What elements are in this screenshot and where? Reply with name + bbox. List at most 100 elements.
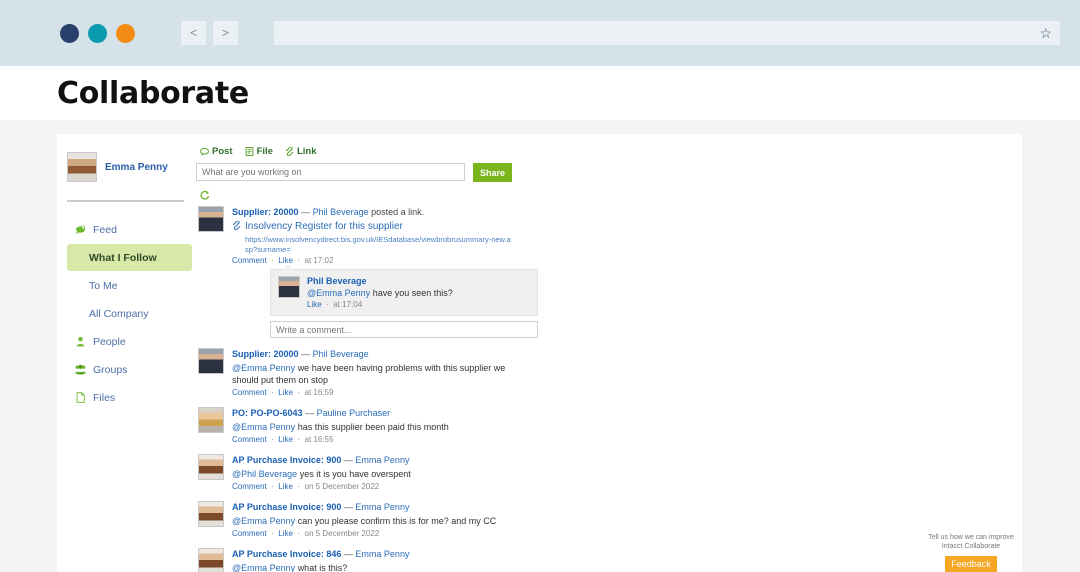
- mention[interactable]: @Emma Penny: [232, 363, 295, 373]
- sidebar-item-files[interactable]: Files: [67, 384, 192, 411]
- post-author[interactable]: Emma Penny: [355, 549, 409, 559]
- avatar: [198, 548, 224, 572]
- mention[interactable]: @Emma Penny: [307, 288, 370, 298]
- comment-action[interactable]: Comment: [232, 482, 267, 491]
- post-text: @Emma Penny has this supplier been paid …: [232, 421, 512, 433]
- sidebar-item-to-me[interactable]: To Me: [67, 272, 192, 299]
- comment-action[interactable]: Comment: [232, 435, 267, 444]
- post-subject[interactable]: AP Purchase Invoice: 900: [232, 502, 341, 512]
- post-body: AP Purchase Invoice: 900 — Emma Penny @P…: [232, 454, 512, 491]
- sidebar-nav: Feed What I Follow To Me All Company Peo…: [67, 216, 192, 412]
- post-text: @Emma Penny what is this?: [232, 562, 512, 572]
- post-subject[interactable]: Supplier: 20000: [232, 349, 299, 359]
- sidebar-item-what-i-follow[interactable]: What I Follow: [67, 244, 192, 271]
- post-dash: —: [343, 502, 353, 512]
- post-author[interactable]: Emma Penny: [355, 502, 409, 512]
- refresh-icon[interactable]: [200, 190, 210, 200]
- post-meta: Comment · Like · at 16:59: [232, 388, 334, 397]
- address-bar[interactable]: ☆: [274, 21, 1060, 45]
- mention[interactable]: @Phil Beverage: [232, 469, 297, 479]
- mention[interactable]: @Emma Penny: [232, 516, 295, 526]
- like-action[interactable]: Like: [278, 435, 293, 444]
- like-action[interactable]: Like: [278, 388, 293, 397]
- like-action[interactable]: Like: [278, 529, 293, 538]
- post-author[interactable]: Emma Penny: [355, 455, 409, 465]
- post-author[interactable]: Pauline Purchaser: [317, 408, 391, 418]
- sidebar-item-all-company[interactable]: All Company: [67, 300, 192, 327]
- post-text: @Phil Beverage yes it is you have oversp…: [232, 468, 512, 480]
- post-meta: Comment · Like · on 5 December 2022: [232, 482, 380, 491]
- tab-post[interactable]: Post: [200, 146, 233, 157]
- post-author[interactable]: Phil Beverage: [313, 349, 369, 359]
- page-title: Collaborate: [57, 75, 249, 111]
- sidebar-user[interactable]: Emma Penny: [67, 152, 192, 182]
- like-action[interactable]: Like: [278, 482, 293, 491]
- person-icon: [76, 336, 85, 347]
- tab-file[interactable]: File: [245, 146, 273, 157]
- post-body-text: yes it is you have overspent: [299, 469, 411, 479]
- post-header: AP Purchase Invoice: 846 — Emma Penny: [232, 548, 512, 560]
- sidebar-item-feed[interactable]: Feed: [67, 216, 192, 243]
- post-subject[interactable]: AP Purchase Invoice: 900: [232, 455, 341, 465]
- post-link-url[interactable]: https://www.insolvencydirect.bis.gov.uk/…: [232, 235, 512, 254]
- share-button[interactable]: Share: [473, 163, 512, 182]
- tab-label: File: [256, 146, 273, 157]
- post-header: Supplier: 20000 — Phil Beverage posted a…: [232, 206, 512, 218]
- forward-button[interactable]: >: [213, 21, 238, 45]
- avatar: [198, 348, 224, 374]
- like-action[interactable]: Like: [307, 300, 322, 309]
- post-subject[interactable]: PO: PO-PO-6043: [232, 408, 303, 418]
- sidebar-item-label: Groups: [93, 363, 128, 376]
- avatar: [198, 407, 224, 433]
- back-button[interactable]: <: [181, 21, 206, 45]
- mention[interactable]: @Emma Penny: [232, 422, 295, 432]
- sidebar-user-name[interactable]: Emma Penny: [105, 162, 168, 173]
- like-action[interactable]: Like: [278, 256, 293, 265]
- window-dot-2[interactable]: [88, 23, 107, 43]
- refresh-row[interactable]: [196, 182, 512, 206]
- comment-input[interactable]: [270, 321, 538, 338]
- window-dot-1[interactable]: [60, 23, 79, 43]
- sidebar-divider: [67, 200, 184, 202]
- post-meta: Comment · Like · at 17:02: [232, 256, 334, 265]
- post-dash: —: [343, 455, 353, 465]
- composer-tabs: Post File Link: [196, 146, 512, 157]
- post-subject[interactable]: AP Purchase Invoice: 846: [232, 549, 341, 559]
- sidebar-item-label: To Me: [89, 279, 118, 292]
- post-link[interactable]: Insolvency Register for this supplier: [232, 220, 512, 233]
- avatar: [198, 454, 224, 480]
- post-dash: —: [301, 349, 311, 359]
- feedback-button[interactable]: Feedback: [945, 556, 997, 572]
- post-author[interactable]: Phil Beverage: [313, 207, 369, 217]
- sidebar-item-groups[interactable]: Groups: [67, 356, 192, 383]
- post-body: PO: PO-PO-6043 — Pauline Purchaser @Emma…: [232, 407, 512, 444]
- tab-link[interactable]: Link: [285, 146, 317, 157]
- sidebar-item-people[interactable]: People: [67, 328, 192, 355]
- post-time: on 5 December 2022: [304, 482, 380, 491]
- sidebar-item-label: All Company: [89, 307, 149, 320]
- comment-action[interactable]: Comment: [232, 529, 267, 538]
- paperclip-icon: [285, 147, 294, 156]
- sidebar-item-label: Feed: [93, 223, 117, 236]
- post-subject[interactable]: Supplier: 20000: [232, 207, 299, 217]
- window-dot-3[interactable]: [116, 23, 135, 43]
- comment-thread: Phil Beverage @Emma Penny have you seen …: [270, 265, 538, 338]
- comment-action[interactable]: Comment: [232, 256, 267, 265]
- feed-post: Supplier: 20000 — Phil Beverage @Emma Pe…: [196, 348, 512, 397]
- page-header: Collaborate: [0, 66, 1080, 120]
- comment-author[interactable]: Phil Beverage: [307, 276, 453, 287]
- comment-action[interactable]: Comment: [232, 388, 267, 397]
- sidebar-item-label: People: [93, 335, 126, 348]
- avatar: [67, 152, 97, 182]
- bookmark-star-icon[interactable]: ☆: [1039, 26, 1052, 40]
- post-time: on 5 December 2022: [304, 529, 380, 538]
- groups-icon: [75, 364, 86, 375]
- post-input[interactable]: [196, 163, 466, 181]
- avatar: [198, 206, 224, 232]
- browser-chrome: < > ☆: [0, 0, 1080, 66]
- post-header: AP Purchase Invoice: 900 — Emma Penny: [232, 501, 512, 513]
- comment-time: at 17:04: [333, 300, 363, 309]
- comment-body: Phil Beverage @Emma Penny have you seen …: [307, 276, 453, 309]
- mention[interactable]: @Emma Penny: [232, 563, 295, 572]
- post-link-title[interactable]: Insolvency Register for this supplier: [245, 220, 403, 233]
